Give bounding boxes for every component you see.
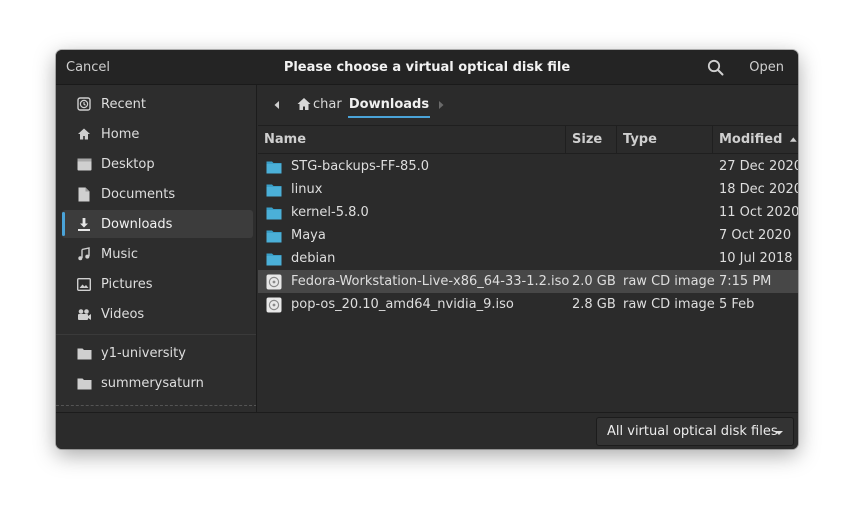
sidebar-drop-target xyxy=(56,405,256,406)
folder-icon xyxy=(266,160,282,174)
file-name-cell: pop-os_20.10_amd64_nvidia_9.iso xyxy=(266,293,514,316)
picture-icon xyxy=(76,276,92,292)
music-note-icon xyxy=(76,246,92,262)
sidebar-item-label: Pictures xyxy=(101,276,153,292)
file-name-cell: linux xyxy=(266,178,322,201)
chevron-down-icon xyxy=(775,431,783,435)
table-row[interactable]: Fedora-Workstation-Live-x86_64-33-1.2.is… xyxy=(258,270,798,293)
table-row[interactable]: pop-os_20.10_amd64_nvidia_9.iso 2.8 GB raw… xyxy=(258,293,798,316)
sidebar-item-documents[interactable]: Documents xyxy=(62,180,253,208)
sidebar-item-videos[interactable]: Videos xyxy=(62,300,253,328)
sidebar-item-music[interactable]: Music xyxy=(62,240,253,268)
file-list: Name Size Type Modified STG-backups-FF-8… xyxy=(258,125,798,412)
sidebar-item-label: summerysaturn xyxy=(101,375,204,391)
disc-image-icon xyxy=(266,274,282,290)
desktop-folder-icon xyxy=(76,156,92,172)
file-name: linux xyxy=(291,182,323,197)
file-modified: 18 Dec 2020 xyxy=(719,182,798,197)
sidebar-item-home[interactable]: Home xyxy=(62,120,253,148)
file-name: Maya xyxy=(291,228,326,243)
dialog-title: Please choose a virtual optical disk fil… xyxy=(283,60,571,75)
sidebar-item-label: Desktop xyxy=(101,156,155,172)
file-name-cell: STG-backups-FF-85.0 xyxy=(266,155,429,178)
file-name: Fedora-Workstation-Live-x86_64-33-1.2.is… xyxy=(291,274,570,289)
folder-icon xyxy=(76,375,92,391)
file-name-cell: Fedora-Workstation-Live-x86_64-33-1.2.is… xyxy=(266,270,569,293)
file-modified: 7 Oct 2020 xyxy=(719,228,792,243)
folder-icon xyxy=(266,229,282,243)
chevron-left-icon[interactable] xyxy=(270,98,284,112)
path-button-home[interactable]: char xyxy=(296,92,342,116)
file-modified: 10 Jul 2018 xyxy=(719,251,793,266)
sidebar-item-label: Videos xyxy=(101,306,145,322)
search-icon[interactable] xyxy=(706,58,726,78)
path-button-label: char xyxy=(313,96,342,112)
sort-ascending-icon xyxy=(790,136,798,142)
column-header-modified[interactable]: Modified xyxy=(713,126,798,153)
file-name: pop-os_20.10_amd64_nvidia_9.iso xyxy=(291,297,514,312)
file-modified: 5 Feb xyxy=(719,297,755,312)
file-name-cell: Maya xyxy=(266,224,326,247)
sidebar-item-label: Recent xyxy=(101,96,146,112)
home-icon xyxy=(76,126,92,142)
table-row[interactable]: linux 18 Dec 2020 xyxy=(258,178,798,201)
table-row[interactable]: Maya 7 Oct 2020 xyxy=(258,224,798,247)
cancel-button[interactable]: Cancel xyxy=(56,50,120,85)
path-button-current[interactable]: Downloads xyxy=(348,92,430,118)
folder-icon xyxy=(266,183,282,197)
pathbar: char Downloads xyxy=(258,85,798,125)
disc-image-icon xyxy=(266,297,282,313)
sidebar-item-label: Documents xyxy=(101,186,176,202)
chevron-right-icon[interactable] xyxy=(434,98,448,112)
clock-icon xyxy=(76,96,92,112)
file-size: 2.0 GB xyxy=(572,274,616,289)
folder-icon xyxy=(266,206,282,220)
download-icon xyxy=(76,216,92,232)
file-modified: 11 Oct 2020 xyxy=(719,205,798,220)
dialog-footer: All virtual optical disk files xyxy=(56,412,798,449)
column-header-size[interactable]: Size xyxy=(566,126,617,153)
column-headers: Name Size Type Modified xyxy=(258,125,798,154)
file-name: kernel-5.8.0 xyxy=(291,205,369,220)
table-row[interactable]: STG-backups-FF-85.0 27 Dec 2020 xyxy=(258,155,798,178)
sidebar-item-desktop[interactable]: Desktop xyxy=(62,150,253,178)
table-row[interactable]: debian 10 Jul 2018 xyxy=(258,247,798,270)
home-icon xyxy=(297,98,311,110)
video-icon xyxy=(76,306,92,322)
file-size: 2.8 GB xyxy=(572,297,616,312)
file-name: STG-backups-FF-85.0 xyxy=(291,159,429,174)
sidebar-item-label: Home xyxy=(101,126,140,142)
sidebar-item-recent[interactable]: Recent xyxy=(62,90,253,118)
sidebar-item-pictures[interactable]: Pictures xyxy=(62,270,253,298)
sidebar-item-label: y1-university xyxy=(101,345,186,361)
file-type: raw CD image xyxy=(623,297,715,312)
column-header-label: Modified xyxy=(719,132,783,147)
document-icon xyxy=(76,186,92,202)
file-name-cell: debian xyxy=(266,247,335,270)
sidebar-item-label: Music xyxy=(101,246,138,262)
file-modified: 27 Dec 2020 xyxy=(719,159,798,174)
file-name-cell: kernel-5.8.0 xyxy=(266,201,369,224)
file-type: raw CD image xyxy=(623,274,715,289)
column-header-name[interactable]: Name xyxy=(258,126,566,153)
sidebar-item-downloads[interactable]: Downloads xyxy=(62,210,253,238)
places-sidebar: Recent Home Desktop Documents Downloads xyxy=(56,85,257,412)
file-modified: 7:15 PM xyxy=(719,274,772,289)
sidebar-item-summerysaturn[interactable]: summerysaturn xyxy=(62,369,253,397)
folder-icon xyxy=(266,252,282,266)
sidebar-item-y1-university[interactable]: y1-university xyxy=(62,339,253,367)
sidebar-divider xyxy=(56,334,256,335)
folder-icon xyxy=(76,345,92,361)
sidebar-item-label: Downloads xyxy=(101,216,173,232)
column-header-type[interactable]: Type xyxy=(617,126,713,153)
filter-label: All virtual optical disk files xyxy=(607,424,778,439)
file-name: debian xyxy=(291,251,336,266)
table-row[interactable]: kernel-5.8.0 11 Oct 2020 xyxy=(258,201,798,224)
open-button[interactable]: Open xyxy=(739,50,798,85)
file-chooser-dialog: Cancel Please choose a virtual optical d… xyxy=(56,50,798,449)
headerbar: Cancel Please choose a virtual optical d… xyxy=(56,50,798,85)
file-type-filter[interactable]: All virtual optical disk files xyxy=(596,417,794,446)
